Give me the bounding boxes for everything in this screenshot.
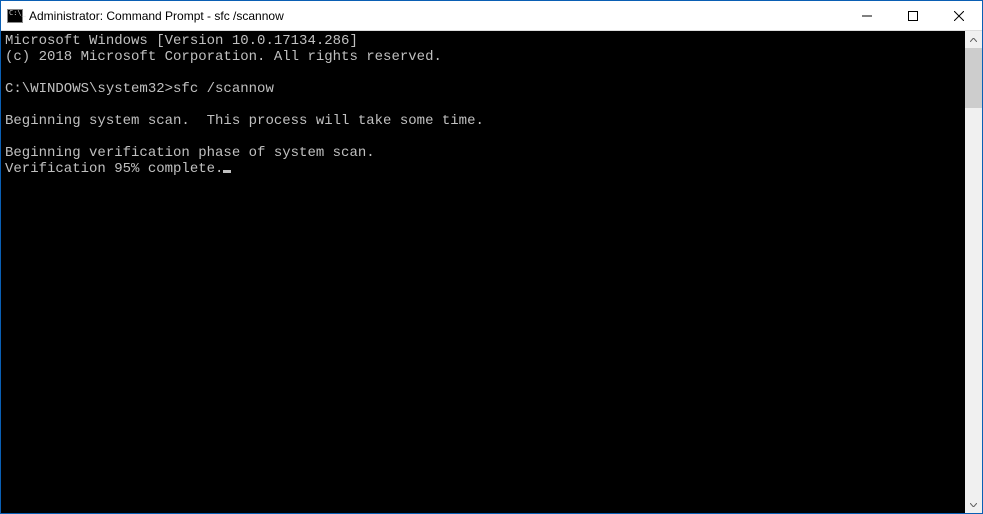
- terminal-line: Microsoft Windows [Version 10.0.17134.28…: [5, 33, 961, 49]
- title-left: Administrator: Command Prompt - sfc /sca…: [1, 9, 284, 23]
- titlebar[interactable]: Administrator: Command Prompt - sfc /sca…: [1, 1, 982, 31]
- terminal-line: [5, 97, 961, 113]
- scroll-track[interactable]: [965, 48, 982, 496]
- minimize-button[interactable]: [844, 1, 890, 30]
- window-controls: [844, 1, 982, 30]
- terminal-line: (c) 2018 Microsoft Corporation. All righ…: [5, 49, 961, 65]
- scroll-down-button[interactable]: [965, 496, 982, 513]
- window-title: Administrator: Command Prompt - sfc /sca…: [29, 9, 284, 23]
- command-prompt-icon: [7, 9, 23, 23]
- terminal-line: C:\WINDOWS\system32>sfc /scannow: [5, 81, 961, 97]
- client-area: Microsoft Windows [Version 10.0.17134.28…: [1, 31, 982, 513]
- scroll-up-button[interactable]: [965, 31, 982, 48]
- terminal-line: [5, 129, 961, 145]
- maximize-button[interactable]: [890, 1, 936, 30]
- terminal-line: Beginning system scan. This process will…: [5, 113, 961, 129]
- vertical-scrollbar[interactable]: [965, 31, 982, 513]
- close-button[interactable]: [936, 1, 982, 30]
- text-cursor: [223, 170, 231, 173]
- terminal-line: [5, 65, 961, 81]
- terminal-output[interactable]: Microsoft Windows [Version 10.0.17134.28…: [1, 31, 965, 513]
- scroll-thumb[interactable]: [965, 48, 982, 108]
- terminal-line: Beginning verification phase of system s…: [5, 145, 961, 161]
- terminal-line: Verification 95% complete.: [5, 161, 961, 177]
- command-prompt-window: Administrator: Command Prompt - sfc /sca…: [0, 0, 983, 514]
